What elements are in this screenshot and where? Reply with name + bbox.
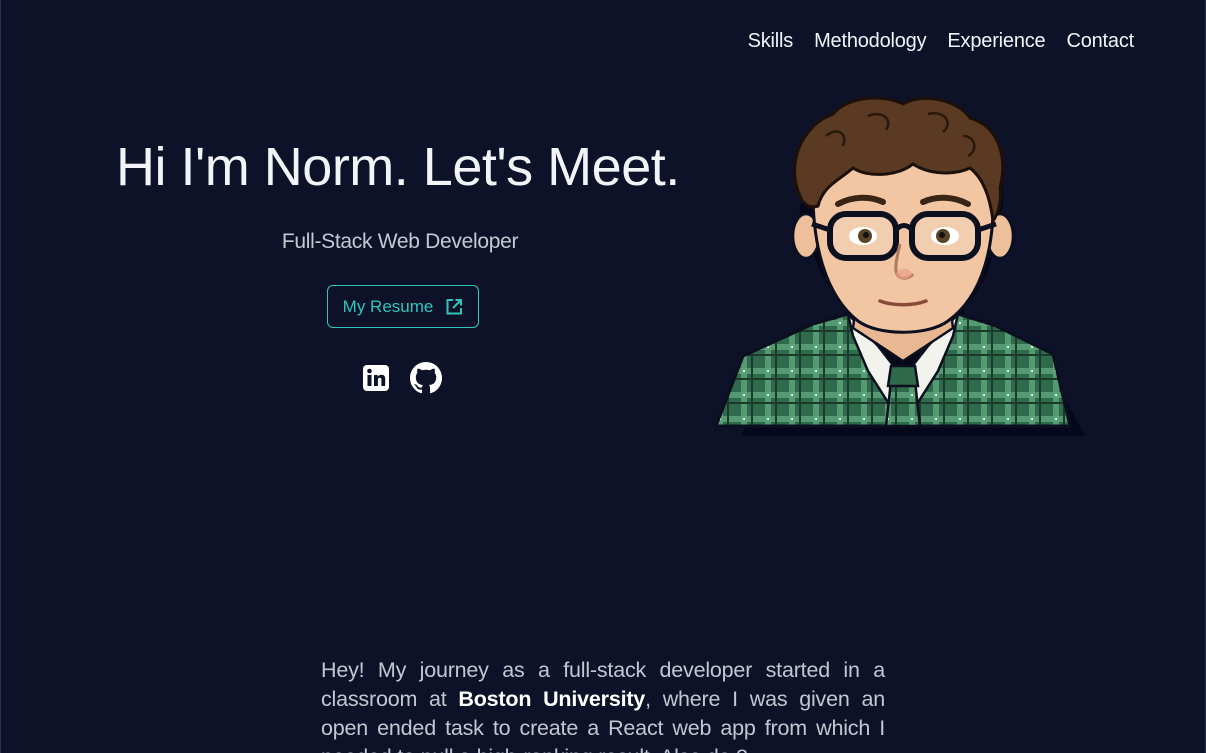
hero-title: Hi I'm Norm. Let's Meet. [116, 137, 680, 197]
social-links [362, 362, 442, 394]
about-highlight-university: Boston University [458, 687, 646, 711]
external-link-icon [446, 298, 463, 314]
github-link[interactable] [410, 362, 442, 394]
linkedin-link[interactable] [362, 364, 390, 392]
github-icon [410, 362, 442, 394]
top-nav: Skills Methodology Experience Contact [748, 30, 1135, 53]
nav-contact[interactable]: Contact [1066, 30, 1134, 53]
hero-subtitle: Full-Stack Web Developer [281, 230, 519, 253]
about-paragraph: Hey! My journey as a full-stack develope… [321, 656, 885, 753]
nav-experience[interactable]: Experience [947, 30, 1045, 53]
linkedin-icon [363, 365, 389, 391]
nav-skills[interactable]: Skills [748, 30, 794, 53]
nav-methodology[interactable]: Methodology [814, 30, 927, 53]
resume-button[interactable]: My Resume [327, 285, 479, 328]
resume-button-label: My Resume [342, 296, 434, 316]
avatar-illustration [713, 96, 1086, 436]
